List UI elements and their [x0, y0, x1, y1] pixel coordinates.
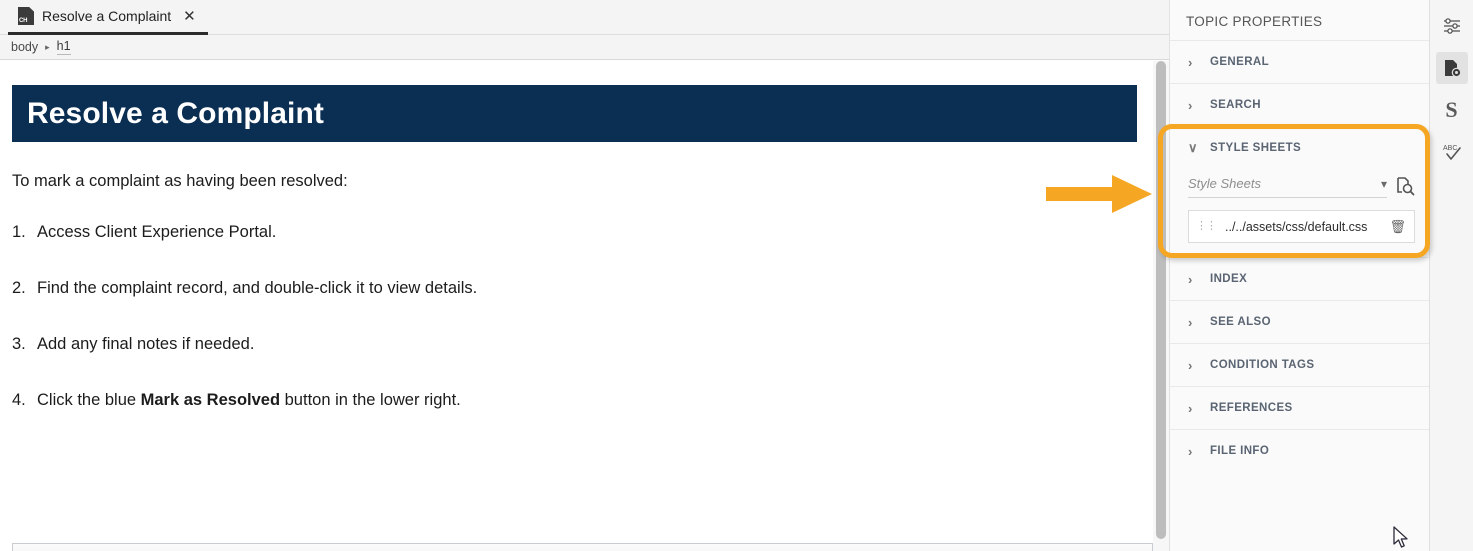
editor-tab[interactable]: CH Resolve a Complaint ✕	[8, 0, 208, 35]
sidebar-item-general[interactable]: › GENERAL	[1170, 40, 1429, 83]
sidebar-item-index[interactable]: › INDEX	[1170, 257, 1429, 300]
drag-handle-icon[interactable]: ⋮⋮	[1196, 221, 1217, 232]
section-label: INDEX	[1210, 273, 1248, 285]
content-html-file-icon: CH	[18, 7, 34, 25]
style-sheets-select-row: Style Sheets ▾	[1188, 173, 1415, 198]
spell-check-icon[interactable]: ABC	[1436, 136, 1468, 168]
sidebar-item-style-sheets[interactable]: ∨ STYLE SHEETS	[1170, 126, 1429, 169]
breadcrumb: body ▸ h1	[0, 35, 1169, 60]
chevron-right-icon: ▸	[45, 41, 50, 52]
breadcrumb-item-body[interactable]: body	[11, 40, 38, 54]
chevron-right-icon: ›	[1188, 97, 1193, 113]
list-item-number: 3.	[12, 335, 26, 353]
section-label: SEARCH	[1210, 99, 1261, 111]
list-item: 1. Access Client Experience Portal.	[12, 223, 1153, 242]
list-item: 3. Add any final notes if needed.	[12, 335, 1153, 354]
list-item: 4. Click the blue Mark as Resolved butto…	[12, 391, 1153, 410]
chevron-down-icon: ∨	[1188, 139, 1198, 155]
panel-title: TOPIC PROPERTIES	[1186, 14, 1323, 29]
file-properties-icon[interactable]	[1435, 52, 1468, 84]
chevron-right-icon: ›	[1188, 400, 1193, 416]
document-heading-bar: Resolve a Complaint	[12, 85, 1137, 142]
list-item-text: Find the complaint record, and double-cl…	[37, 279, 478, 297]
tab-icon-badge: CH	[19, 18, 28, 24]
list-item-text-tail: button in the lower right.	[280, 391, 461, 409]
sidebar-item-see-also[interactable]: › SEE ALSO	[1170, 300, 1429, 343]
styles-icon-label: S	[1445, 97, 1458, 122]
section-label: STYLE SHEETS	[1210, 141, 1302, 154]
sidebar-item-search[interactable]: › SEARCH	[1170, 83, 1429, 126]
list-item-number: 2.	[12, 279, 26, 297]
style-sheets-select[interactable]: Style Sheets ▾	[1188, 173, 1387, 198]
chevron-right-icon: ›	[1188, 54, 1193, 70]
section-label: GENERAL	[1210, 56, 1270, 68]
chevron-down-icon: ▾	[1380, 176, 1387, 191]
editor-vertical-scrollbar[interactable]	[1153, 61, 1169, 551]
document-canvas[interactable]: Resolve a Complaint To mark a complaint …	[0, 61, 1169, 551]
chevron-right-icon: ›	[1188, 357, 1193, 373]
list-item-text: Access Client Experience Portal.	[37, 223, 277, 241]
chevron-right-icon: ›	[1188, 443, 1193, 459]
chevron-right-icon: ›	[1188, 314, 1193, 330]
list-item-number: 1.	[12, 223, 26, 241]
browse-file-icon[interactable]	[1395, 176, 1415, 196]
sliders-icon[interactable]	[1436, 10, 1468, 42]
scrollbar-thumb[interactable]	[1156, 61, 1166, 539]
steps-list: 1. Access Client Experience Portal. 2. F…	[12, 223, 1153, 410]
style-sheets-placeholder: Style Sheets	[1188, 176, 1261, 191]
style-sheets-section-body: Style Sheets ▾ ⋮⋮ ../../assets/css/defau…	[1170, 169, 1429, 257]
editor-pane: CH Resolve a Complaint ✕ body ▸ h1 Resol…	[0, 0, 1169, 551]
tab-title: Resolve a Complaint	[42, 8, 172, 24]
intro-paragraph: To mark a complaint as having been resol…	[12, 172, 348, 190]
breadcrumb-item-h1[interactable]: h1	[56, 39, 71, 55]
section-label: REFERENCES	[1210, 402, 1293, 414]
section-label: FILE INFO	[1210, 445, 1270, 457]
list-item-text: Click the blue	[37, 391, 141, 409]
list-item-text: Add any final notes if needed.	[37, 335, 255, 353]
mouse-cursor	[1392, 526, 1410, 551]
portal-top-bar: P PACIFIC PREMIER BANK Welcome, John Sto…	[13, 544, 1152, 551]
document-body: Resolve a Complaint To mark a complaint …	[0, 85, 1153, 551]
sidebar-item-condition-tags[interactable]: › CONDITION TAGS	[1170, 343, 1429, 386]
right-tool-rail: S ABC	[1429, 0, 1473, 551]
close-icon[interactable]: ✕	[183, 9, 196, 24]
style-sheet-list-item[interactable]: ⋮⋮ ../../assets/css/default.css 🗑	[1188, 210, 1415, 243]
arrow-annotation	[1044, 172, 1159, 219]
page-title: Resolve a Complaint	[27, 96, 324, 130]
section-label: CONDITION TAGS	[1210, 359, 1315, 371]
embedded-screenshot-image[interactable]: P PACIFIC PREMIER BANK Welcome, John Sto…	[12, 543, 1153, 551]
list-item: 2. Find the complaint record, and double…	[12, 279, 1153, 298]
chevron-right-icon: ›	[1188, 271, 1193, 287]
list-item-bold-text: Mark as Resolved	[140, 391, 281, 409]
sidebar-item-references[interactable]: › REFERENCES	[1170, 386, 1429, 429]
styles-icon[interactable]: S	[1436, 94, 1468, 126]
editor-tab-bar: CH Resolve a Complaint ✕	[0, 0, 1169, 35]
svg-text:ABC: ABC	[1443, 145, 1457, 152]
style-sheet-path: ../../assets/css/default.css	[1225, 219, 1368, 234]
topic-properties-panel: TOPIC PROPERTIES › GENERAL › SEARCH ∨ ST…	[1158, 0, 1430, 551]
section-label: SEE ALSO	[1210, 316, 1271, 328]
application-window: CH Resolve a Complaint ✕ body ▸ h1 Resol…	[0, 0, 1473, 551]
trash-icon[interactable]: 🗑	[1389, 219, 1406, 235]
list-item-number: 4.	[12, 391, 26, 409]
sidebar-item-file-info[interactable]: › FILE INFO	[1170, 429, 1429, 472]
